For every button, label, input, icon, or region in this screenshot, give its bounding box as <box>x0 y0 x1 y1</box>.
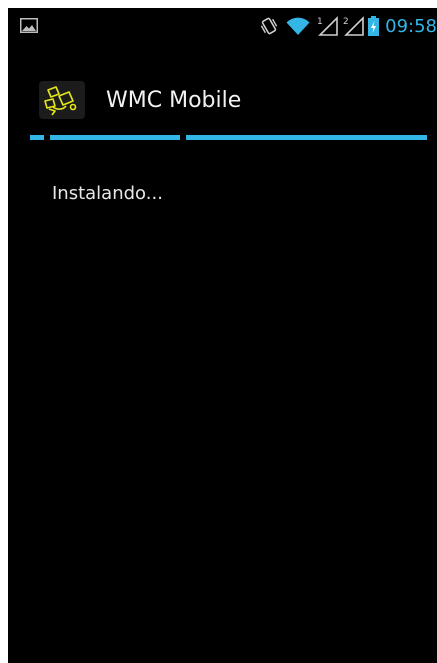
status-icons: 1 2 09:58 <box>259 8 437 44</box>
action-bar: WMC Mobile <box>8 68 437 128</box>
status-bar: 1 2 09:58 <box>8 8 437 44</box>
status-time: 09:58 <box>385 15 437 37</box>
wmc-app-icon[interactable] <box>39 81 85 119</box>
battery-charging-icon <box>368 16 380 36</box>
gallery-icon <box>20 18 38 33</box>
progress-segment <box>30 135 44 140</box>
sim1-signal-icon: 1 <box>316 15 338 37</box>
installing-message: Instalando... <box>52 183 163 204</box>
sim2-signal-icon: 2 <box>342 15 364 37</box>
sim2-label: 2 <box>343 17 349 27</box>
progress-segment <box>50 135 180 140</box>
app-title: WMC Mobile <box>106 88 242 113</box>
progress-segment <box>186 135 427 140</box>
sim1-label: 1 <box>317 17 323 27</box>
vibrate-icon <box>259 16 279 36</box>
wifi-icon <box>286 16 310 36</box>
device-screen: 1 2 09:58 WMC Mobile Instalando... <box>8 8 437 663</box>
